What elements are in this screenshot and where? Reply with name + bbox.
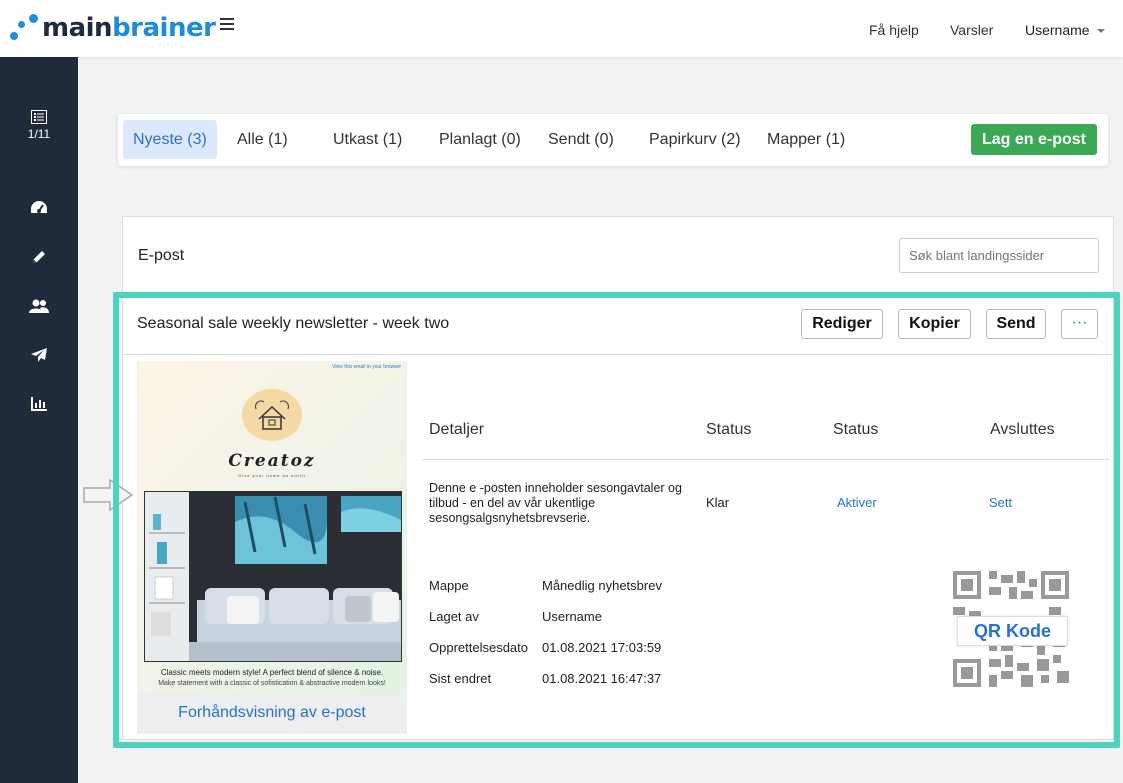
table-header-divider (422, 459, 1110, 460)
list-icon[interactable] (0, 110, 78, 124)
caret-down-icon (1097, 29, 1106, 34)
hamburger-menu-icon[interactable] (220, 18, 234, 30)
dashboard-icon[interactable] (0, 200, 78, 216)
username-label: Username (1025, 22, 1090, 38)
tab-newest[interactable]: Nyeste (3) (123, 120, 217, 159)
notifications-link[interactable]: Varsler (950, 22, 993, 38)
meta-value-last-modified: 01.08.2021 16:47:37 (542, 671, 662, 686)
meta-label-folder: Mappe (429, 578, 469, 593)
tab-sent[interactable]: Sendt (0) (538, 120, 624, 159)
meta-value-folder: Månedlig nyhetsbrev (542, 578, 662, 593)
email-description: Denne e -posten inneholder sesongavtaler… (429, 481, 682, 525)
tab-drafts[interactable]: Utkast (1) (323, 120, 412, 159)
pencil-icon[interactable] (0, 249, 78, 265)
create-email-button[interactable]: Lag en e-post (971, 124, 1098, 155)
tab-all[interactable]: Alle (1) (227, 120, 298, 159)
logo-dots-icon (8, 12, 42, 44)
activate-link[interactable]: Aktiver (837, 495, 877, 510)
tab-trash[interactable]: Papirkurv (2) (639, 120, 751, 159)
search-input[interactable] (899, 238, 1099, 273)
help-link[interactable]: Få hjelp (869, 22, 919, 38)
header-status: Status (706, 421, 752, 438)
panel-title: E-post (138, 247, 185, 264)
qr-code-label[interactable]: QR Kode (957, 616, 1068, 646)
tab-folders[interactable]: Mapper (1) (757, 120, 855, 159)
bar-chart-icon[interactable] (0, 396, 78, 411)
header-ends: Avsluttes (990, 421, 1055, 438)
meta-label-created-by: Laget av (429, 609, 479, 624)
sidebar: 1/11 (0, 57, 78, 783)
user-menu[interactable]: Username (1025, 22, 1106, 38)
meta-value-created-by: Username (542, 609, 602, 624)
users-icon[interactable] (0, 298, 78, 314)
page-indicator: 1/11 (27, 127, 51, 141)
set-end-link[interactable]: Sett (989, 495, 1012, 510)
meta-label-last-modified: Sist endret (429, 671, 492, 686)
status-value: Klar (706, 495, 730, 510)
header-status-action: Status (833, 421, 879, 438)
send-icon[interactable] (0, 347, 78, 363)
mainbrainer-logo[interactable]: mainbrainer (8, 12, 216, 44)
top-bar: mainbrainer Få hjelp Varsler Username (0, 0, 1123, 57)
tab-scheduled[interactable]: Planlagt (0) (429, 120, 531, 159)
header-details: Detaljer (429, 421, 485, 438)
meta-label-created-date: Opprettelsesdato (429, 640, 529, 655)
logo-text: mainbrainer (42, 13, 216, 43)
meta-value-created-date: 01.08.2021 17:03:59 (542, 640, 662, 655)
tabs-bar: Nyeste (3) Alle (1) Utkast (1) Planlagt … (118, 114, 1108, 166)
